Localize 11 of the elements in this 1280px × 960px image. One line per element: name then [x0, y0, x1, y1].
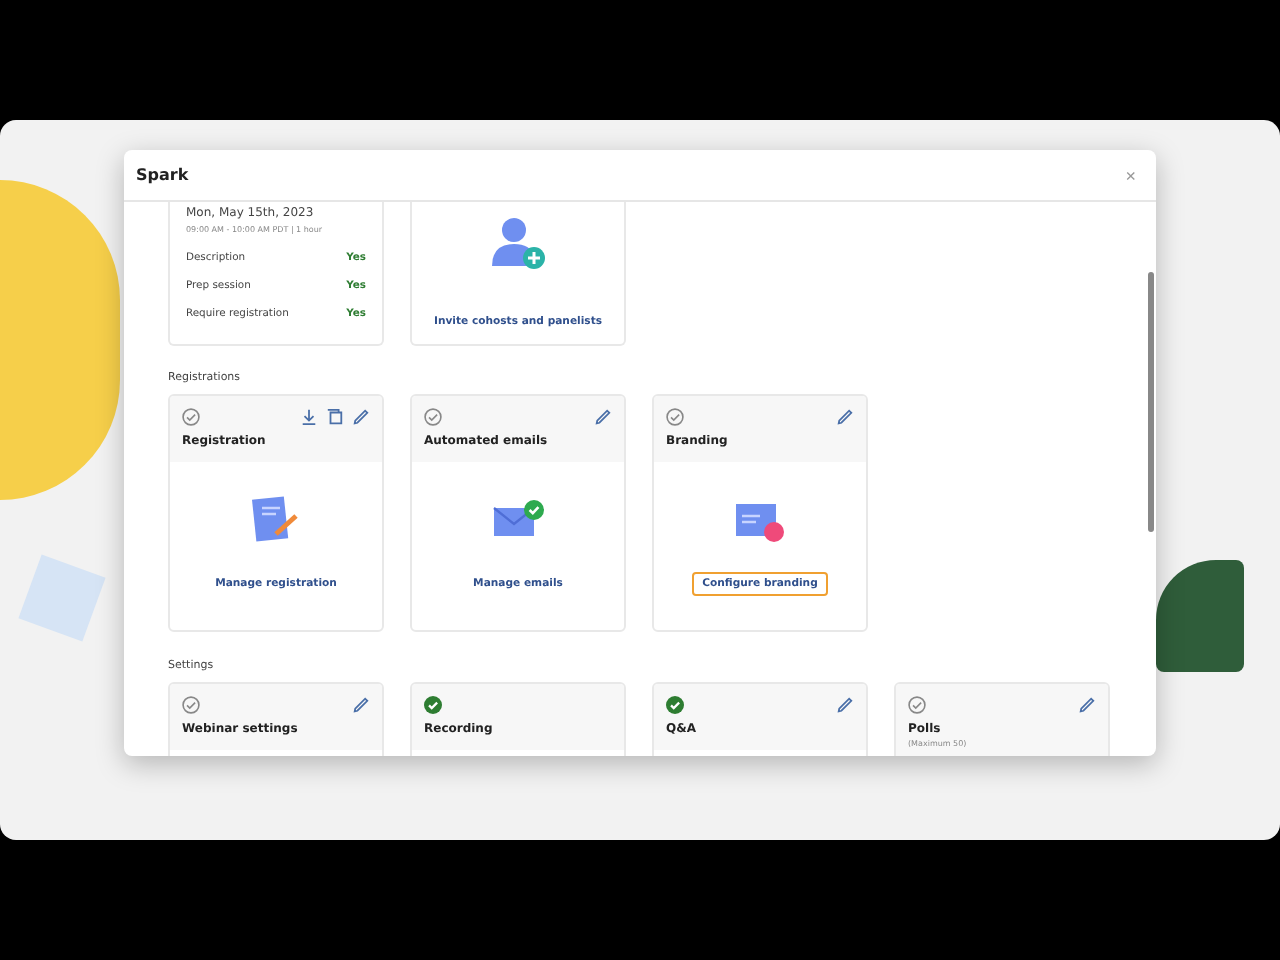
scrollbar-thumb[interactable]: [1148, 272, 1154, 532]
edit-icon[interactable]: [352, 407, 370, 425]
edit-icon[interactable]: [352, 695, 370, 713]
window-title: Spark: [136, 166, 189, 184]
copy-icon[interactable]: [326, 407, 344, 425]
edit-icon[interactable]: [594, 407, 612, 425]
edit-icon[interactable]: [836, 407, 854, 425]
decorative-leaf-shape: [1156, 560, 1244, 672]
download-icon[interactable]: [300, 407, 318, 425]
edit-icon[interactable]: [836, 695, 854, 713]
edit-icon[interactable]: [1078, 695, 1096, 713]
